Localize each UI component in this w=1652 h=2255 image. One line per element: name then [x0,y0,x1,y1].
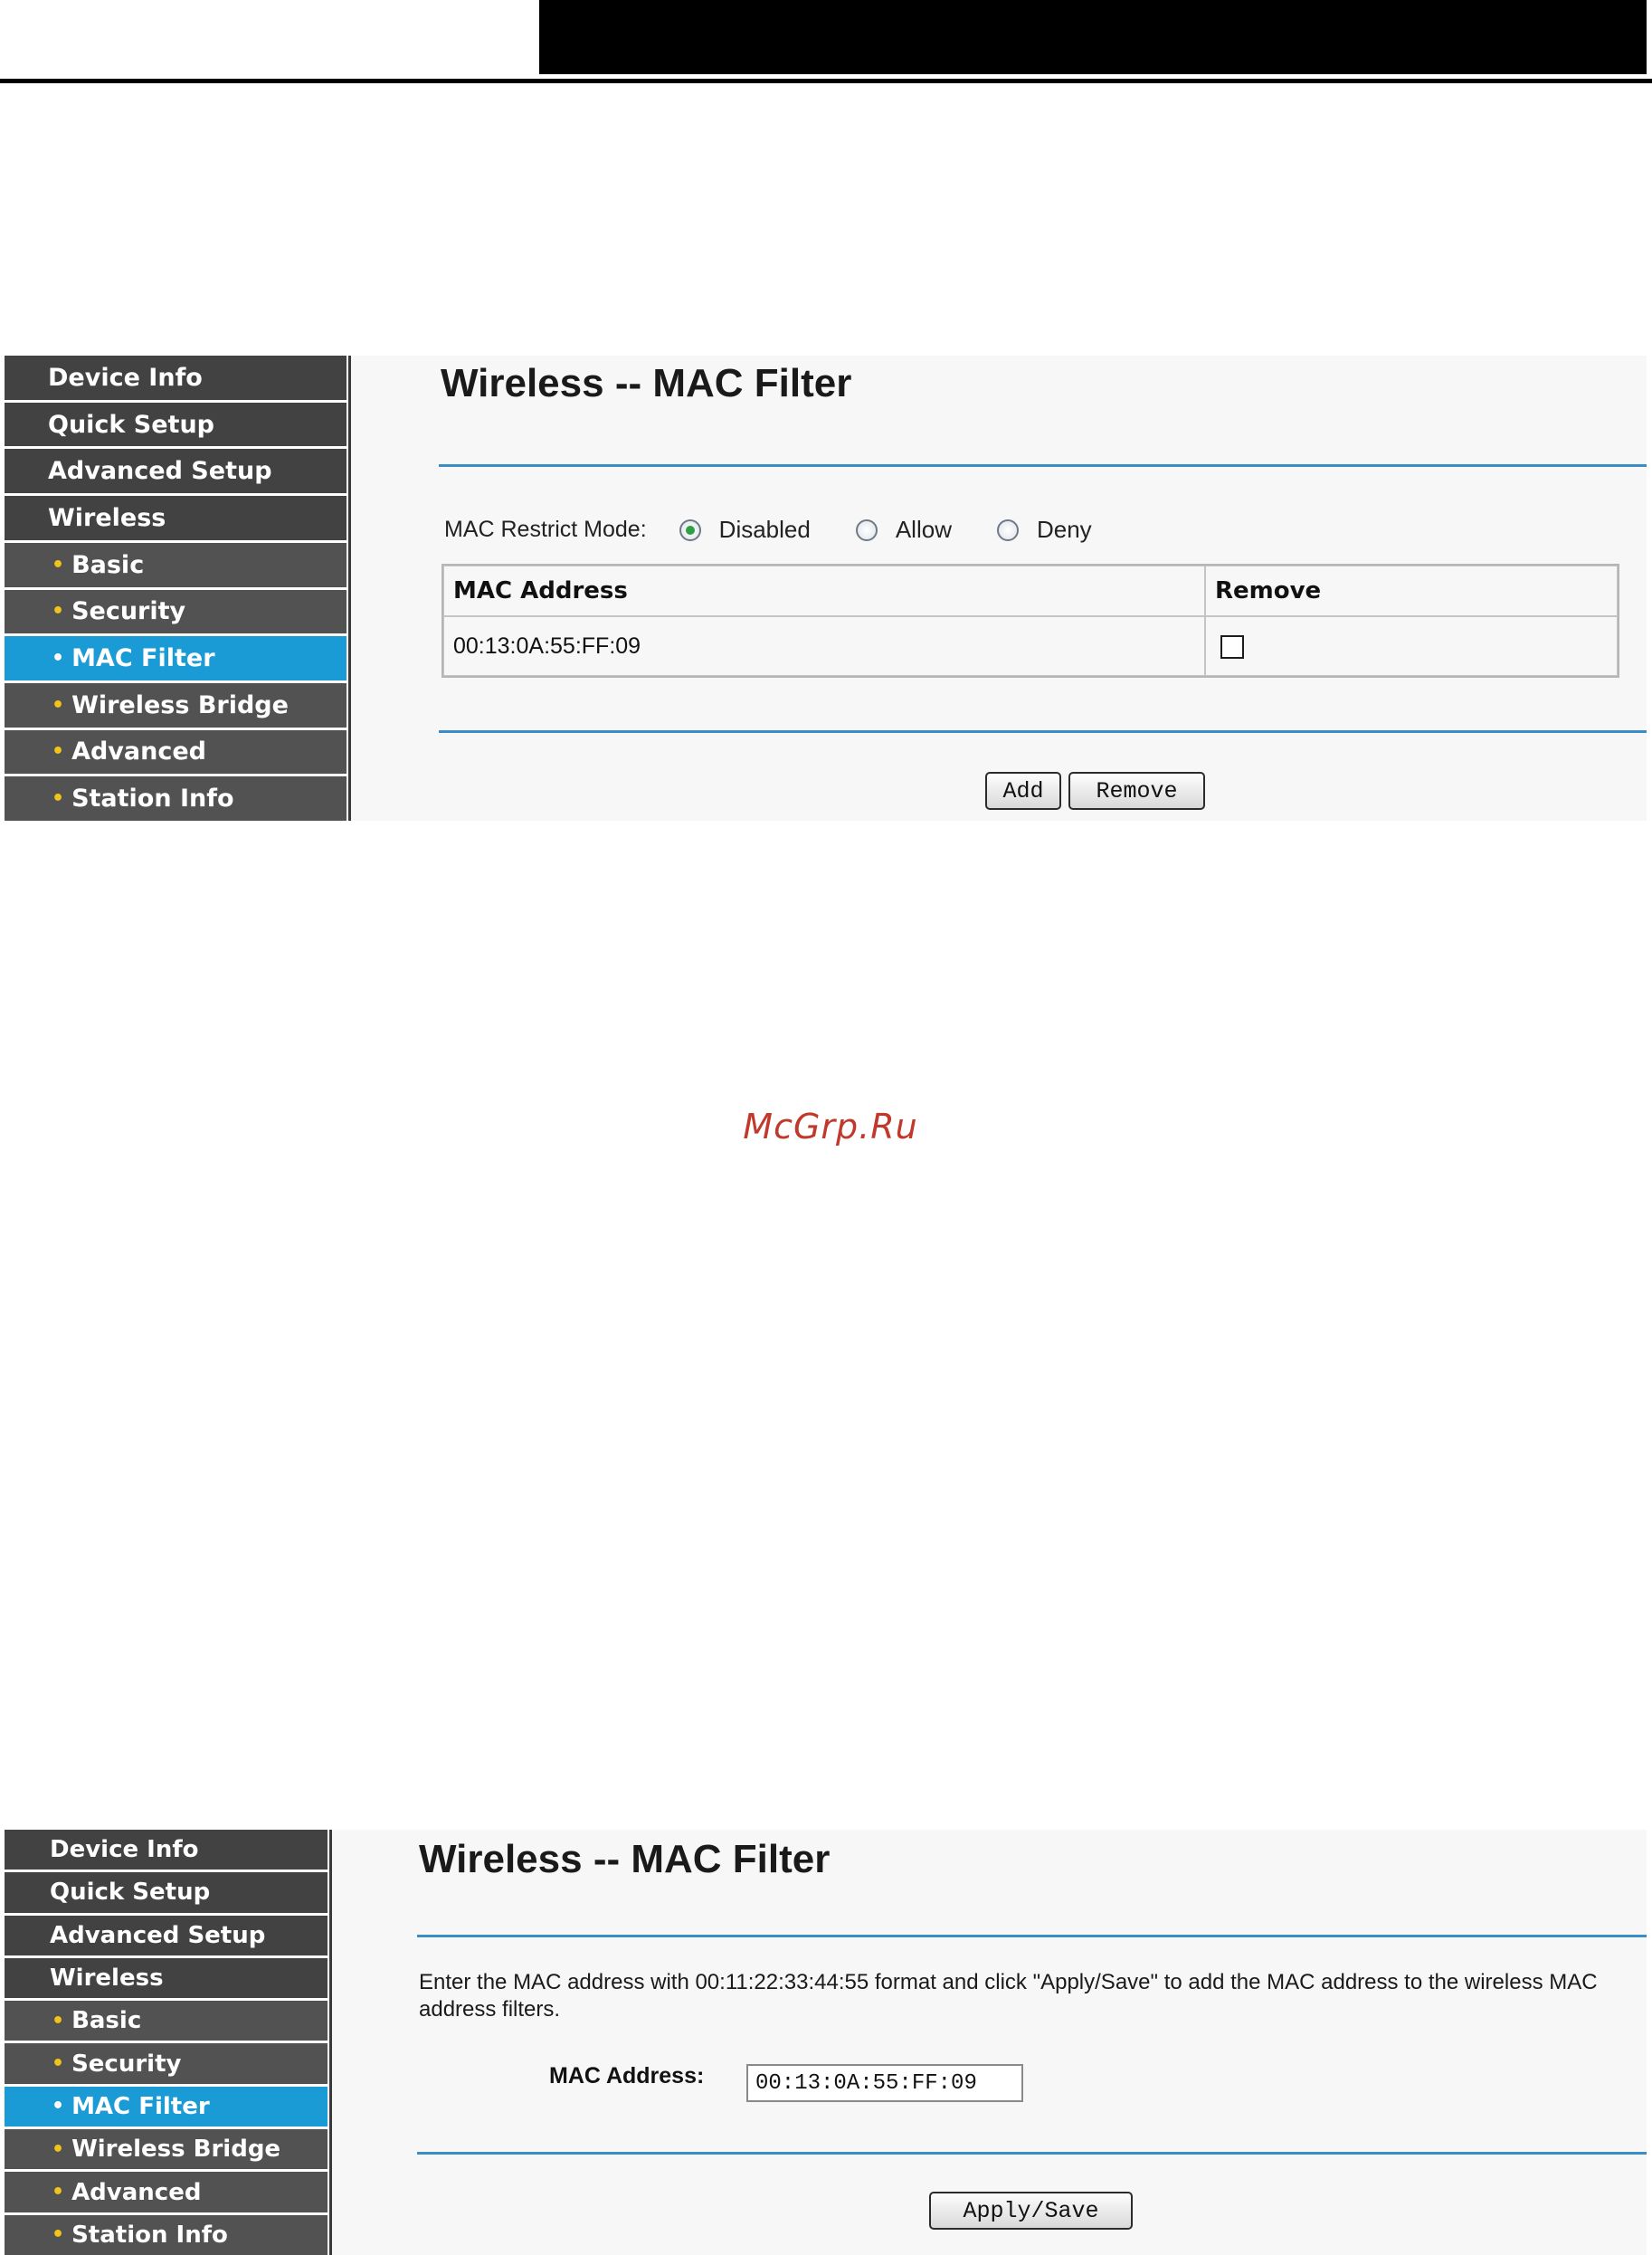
header-rule [0,79,1652,83]
restrict-mode-row: MAC Restrict Mode: Disabled Allow Deny [444,516,1137,544]
radio-allow-label: Allow [895,516,952,543]
main-content: Wireless -- MAC Filter Enter the MAC add… [332,1830,1647,2255]
sidebar-item-station-info[interactable]: • Station Info [5,2214,328,2255]
sidebar-item-device-info[interactable]: Device Info [5,1830,328,1870]
mac-address-input[interactable] [746,2064,1023,2102]
mac-filter-table: MAC Address Remove 00:13:0A:55:FF:09 [441,564,1619,678]
sidebar-item-label: Security [71,597,186,626]
bullet-icon: • [52,740,65,764]
remove-cell [1205,616,1618,676]
sidebar-item-mac-filter[interactable]: • MAC Filter [5,2086,328,2127]
page-title: Wireless -- MAC Filter [419,1837,831,1881]
divider-top [417,1935,1647,1937]
sidebar-item-quick-setup[interactable]: Quick Setup [5,1872,328,1913]
sidebar-item-label: Basic [71,2007,142,2035]
sidebar-item-label: MAC Filter [71,2092,210,2120]
sidebar-item-basic[interactable]: • Basic [5,542,347,587]
sidebar-item-label: Wireless [48,503,166,532]
sidebar-item-label: Advanced [71,737,206,766]
sidebar-item-label: Advanced [71,2178,202,2206]
sidebar-nav: Device Info Quick Setup Advanced Setup W… [5,1830,328,2255]
sidebar-item-label: Device Info [50,1836,199,1864]
sidebar-item-mac-filter[interactable]: • MAC Filter [5,636,347,680]
apply-save-button[interactable]: Apply/Save [929,2192,1133,2230]
sidebar-item-wireless[interactable]: Wireless [5,496,347,540]
sidebar-item-label: MAC Filter [71,644,215,673]
column-header-remove: Remove [1205,566,1618,616]
sidebar-item-basic[interactable]: • Basic [5,2001,328,2041]
remove-button[interactable]: Remove [1068,772,1205,810]
main-content: Wireless -- MAC Filter MAC Restrict Mode… [351,356,1647,821]
bullet-icon: • [52,2009,65,2032]
column-header-mac-address: MAC Address [443,566,1205,616]
bullet-icon: • [52,2223,65,2247]
remove-checkbox[interactable] [1220,634,1244,659]
sidebar: Device Info Quick Setup Advanced Setup W… [5,1830,332,2255]
sidebar-nav: Device Info Quick Setup Advanced Setup W… [5,356,347,822]
instructions-text: Enter the MAC address with 00:11:22:33:4… [419,1970,1598,2022]
sidebar-item-label: Wireless Bridge [71,690,289,719]
table-header-row: MAC Address Remove [443,566,1618,616]
sidebar-item-label: Basic [71,550,145,579]
radio-deny-label: Deny [1036,516,1092,543]
bullet-icon: • [52,693,65,717]
sidebar-item-device-info[interactable]: Device Info [5,356,347,400]
radio-deny[interactable] [996,519,1019,541]
screenshot-mac-filter-add: Device Info Quick Setup Advanced Setup W… [5,1830,1647,2255]
sidebar-item-security[interactable]: • Security [5,589,347,634]
header-black-bar [539,0,1647,74]
radio-disabled[interactable] [679,519,701,541]
sidebar-item-wireless-bridge[interactable]: • Wireless Bridge [5,2129,328,2170]
bullet-icon: • [52,553,65,576]
sidebar-item-label: Advanced Setup [48,457,272,486]
sidebar-item-label: Wireless Bridge [71,2136,281,2164]
mac-address-cell: 00:13:0A:55:FF:09 [443,616,1205,676]
sidebar-item-label: Advanced Setup [50,1921,266,1949]
bullet-icon: • [52,2181,65,2204]
bullet-icon: • [52,2052,65,2076]
radio-allow[interactable] [855,519,878,541]
screenshot-mac-filter-list: Device Info Quick Setup Advanced Setup W… [5,356,1647,822]
divider-top [439,464,1647,467]
sidebar-item-label: Device Info [48,363,203,392]
bullet-icon: • [52,600,65,623]
sidebar-item-label: Quick Setup [48,410,215,439]
divider-bottom [417,2152,1647,2155]
sidebar-item-label: Wireless [50,1965,164,1993]
sidebar-item-advanced[interactable]: • Advanced [5,729,347,775]
sidebar: Device Info Quick Setup Advanced Setup W… [5,356,351,822]
divider-bottom [439,730,1647,733]
sidebar-item-label: Station Info [71,2221,228,2249]
sidebar-item-wireless[interactable]: Wireless [5,1957,328,1999]
sidebar-item-advanced-setup[interactable]: Advanced Setup [5,449,347,494]
sidebar-item-label: Station Info [71,785,234,814]
bullet-icon: • [52,787,65,811]
sidebar-item-wireless-bridge[interactable]: • Wireless Bridge [5,682,347,728]
mac-address-label: MAC Address: [549,2063,705,2088]
sidebar-item-label: Quick Setup [50,1879,211,1907]
sidebar-item-station-info[interactable]: • Station Info [5,776,347,822]
sidebar-item-label: Security [71,2050,182,2078]
add-button[interactable]: Add [985,772,1061,810]
sidebar-item-quick-setup[interactable]: Quick Setup [5,402,347,447]
radio-disabled-label: Disabled [718,516,811,543]
bullet-icon: • [52,2137,65,2161]
sidebar-item-security[interactable]: • Security [5,2043,328,2084]
watermark-text: McGrp.Ru [743,1107,918,1147]
table-row: 00:13:0A:55:FF:09 [443,616,1618,676]
restrict-mode-label: MAC Restrict Mode: [444,517,647,542]
sidebar-item-advanced[interactable]: • Advanced [5,2172,328,2212]
bullet-icon: • [52,2095,65,2118]
page-title: Wireless -- MAC Filter [441,361,852,405]
sidebar-item-advanced-setup[interactable]: Advanced Setup [5,1915,328,1955]
bullet-icon: • [52,647,65,671]
